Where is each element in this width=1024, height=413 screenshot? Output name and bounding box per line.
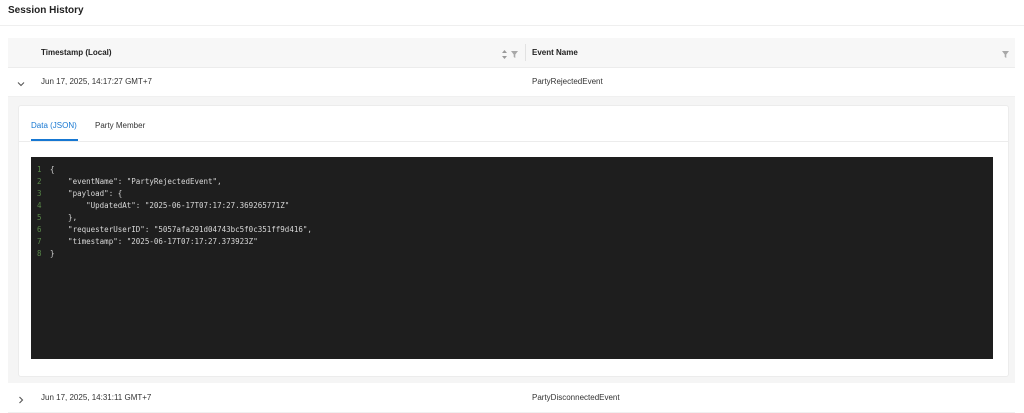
chevron-down-icon[interactable] — [16, 76, 26, 87]
tab-party-member[interactable]: Party Member — [95, 106, 145, 141]
row-event-name: PartyRejectedEvent — [532, 77, 603, 86]
column-separator — [525, 44, 526, 61]
column-header-event-name[interactable]: Event Name — [532, 38, 1002, 67]
line-number: 6 — [37, 225, 42, 234]
tab-data-json[interactable]: Data (JSON) — [31, 106, 77, 141]
code-text: "eventName": "PartyRejectedEvent", — [50, 177, 222, 186]
table-row[interactable]: Jun 17, 2025, 14:31:11 GMT+7 PartyDiscon… — [8, 384, 1015, 413]
code-text: }, — [50, 213, 78, 222]
event-detail-card: Data (JSON) Party Member 1 { 2 "eventName… — [18, 105, 1009, 377]
row-timestamp: Jun 17, 2025, 14:31:11 GMT+7 — [41, 393, 152, 402]
table-row[interactable]: Jun 17, 2025, 14:17:27 GMT+7 PartyReject… — [8, 68, 1015, 97]
page-title: Session History — [8, 5, 84, 16]
code-text: "UpdatedAt": "2025-06-17T07:17:27.369265… — [50, 201, 290, 210]
line-number: 7 — [37, 237, 42, 246]
active-tab-indicator — [31, 139, 78, 141]
filter-icon[interactable] — [1001, 47, 1010, 58]
line-number: 8 — [37, 249, 42, 258]
code-text: "requesterUserID": "5057afa291d04743bc5f… — [50, 225, 312, 234]
column-header-event-name-label: Event Name — [532, 48, 578, 57]
table-header: Timestamp (Local) Event Name — [8, 38, 1015, 68]
json-code-viewer[interactable]: 1{ 2 "eventName": "PartyRejectedEvent", … — [31, 157, 993, 359]
code-text: "timestamp": "2025-06-17T07:17:27.373923… — [50, 237, 258, 246]
column-header-timestamp-label: Timestamp (Local) — [41, 48, 112, 57]
code-text: { — [50, 165, 55, 174]
detail-tabs: Data (JSON) Party Member — [19, 106, 1008, 142]
code-text: "payload": { — [50, 189, 123, 198]
row-event-name: PartyDisconnectedEvent — [532, 393, 620, 402]
line-number: 1 — [37, 165, 42, 174]
line-number: 5 — [37, 213, 42, 222]
title-divider — [0, 25, 1024, 26]
code-text: } — [50, 249, 55, 258]
filter-icon[interactable] — [510, 47, 519, 58]
row-timestamp: Jun 17, 2025, 14:17:27 GMT+7 — [41, 77, 152, 86]
chevron-right-icon[interactable] — [16, 392, 26, 404]
line-number: 4 — [37, 201, 42, 210]
line-number: 2 — [37, 177, 42, 186]
column-header-timestamp[interactable]: Timestamp (Local) — [41, 38, 526, 67]
sort-icon[interactable] — [500, 47, 509, 59]
line-number: 3 — [37, 189, 42, 198]
